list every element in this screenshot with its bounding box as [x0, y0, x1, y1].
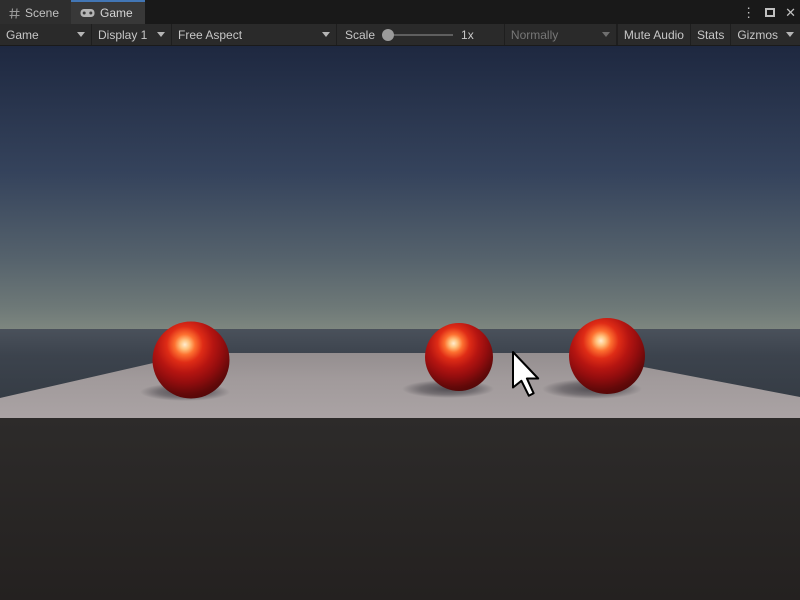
game-view-toolbar: Game Display 1 Free Aspect Scale 1x Norm… [0, 24, 800, 46]
tab-bar: Scene Game ⋮ ✕ [0, 0, 800, 24]
red-sphere [569, 318, 645, 394]
gizmos-label: Gizmos [737, 28, 778, 42]
slider-thumb[interactable] [382, 29, 394, 41]
red-sphere [153, 322, 230, 399]
scale-slider[interactable] [383, 29, 453, 41]
scale-label: Scale [345, 28, 375, 42]
maximize-icon[interactable] [765, 8, 775, 17]
kebab-menu-icon[interactable]: ⋮ [742, 6, 755, 19]
aspect-ratio-label: Free Aspect [178, 28, 314, 42]
tab-scene[interactable]: Scene [0, 0, 71, 24]
chevron-down-icon [602, 32, 610, 37]
view-target-dropdown[interactable]: Game [0, 24, 92, 45]
skybox-ground [0, 418, 800, 600]
mute-audio-label: Mute Audio [624, 28, 684, 42]
view-target-label: Game [6, 28, 69, 42]
skybox-sky [0, 46, 800, 329]
tab-game[interactable]: Game [71, 0, 145, 24]
chevron-down-icon [157, 32, 165, 37]
mute-audio-button[interactable]: Mute Audio [617, 24, 691, 45]
chevron-down-icon [786, 32, 794, 37]
window-controls: ⋮ ✕ [742, 0, 796, 24]
chevron-down-icon [77, 32, 85, 37]
play-mode-dropdown: Normally [504, 24, 617, 45]
close-icon[interactable]: ✕ [785, 6, 796, 19]
game-view-window: Scene Game ⋮ ✕ Game Display 1 [0, 0, 800, 600]
game-viewport[interactable] [0, 46, 800, 600]
gamepad-icon [80, 8, 95, 18]
chevron-down-icon [322, 32, 330, 37]
scale-value: 1x [461, 28, 474, 42]
display-label: Display 1 [98, 28, 149, 42]
play-mode-label: Normally [511, 28, 594, 42]
tab-label: Scene [25, 6, 59, 20]
gizmos-dropdown[interactable]: Gizmos [731, 24, 800, 45]
stats-button[interactable]: Stats [691, 24, 731, 45]
tab-label: Game [100, 6, 133, 20]
red-sphere [425, 323, 493, 391]
stats-label: Stats [697, 28, 724, 42]
grid-icon [9, 8, 20, 19]
display-dropdown[interactable]: Display 1 [92, 24, 172, 45]
aspect-ratio-dropdown[interactable]: Free Aspect [172, 24, 337, 45]
scale-control: Scale 1x [337, 24, 482, 45]
toolbar-spacer [482, 24, 504, 45]
